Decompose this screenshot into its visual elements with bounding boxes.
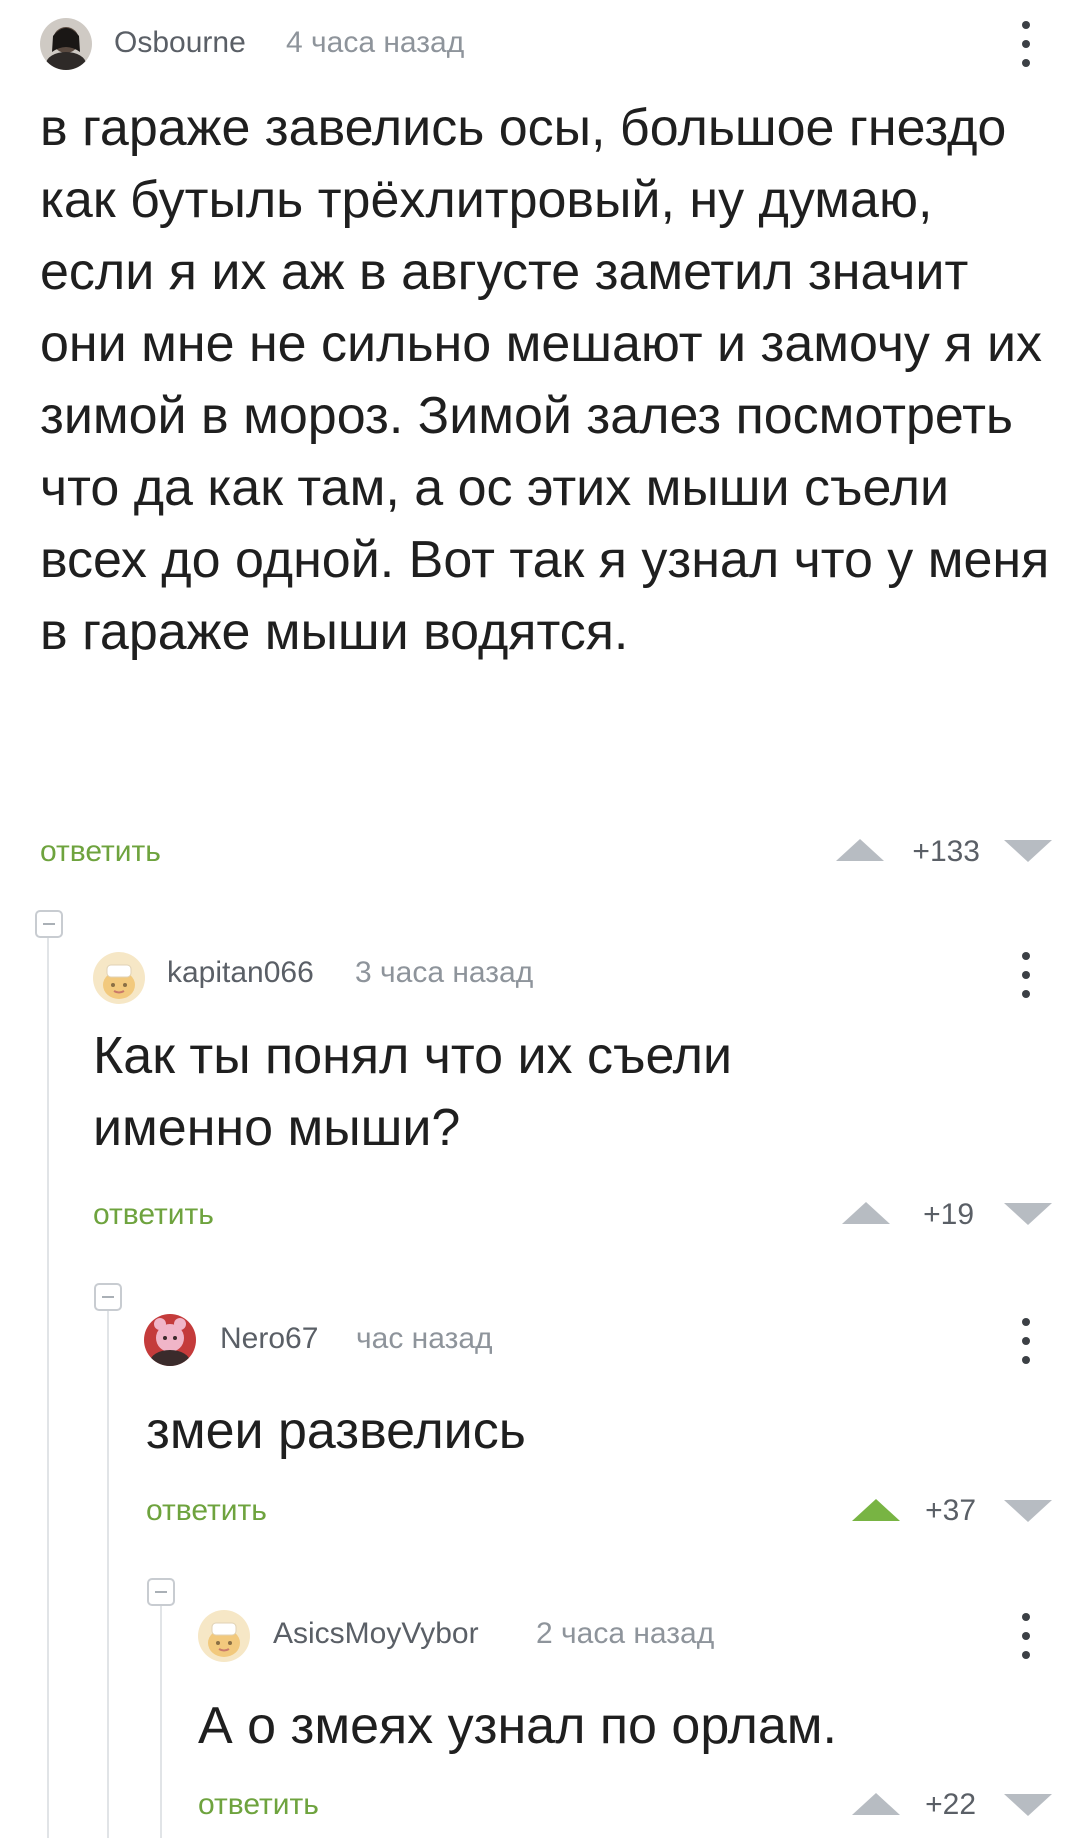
comment-author[interactable]: kapitan066 — [167, 956, 314, 990]
reply-button[interactable]: ответить — [146, 1494, 267, 1528]
comment-score: +133 — [912, 835, 980, 868]
thread-line — [107, 1308, 109, 1838]
thread-line — [160, 1600, 162, 1838]
comment-time: 3 часа назад — [355, 956, 534, 989]
triangle-up-icon[interactable] — [836, 839, 884, 861]
comment-score: +22 — [925, 1788, 976, 1821]
comment-text: змеи развелись — [146, 1402, 526, 1460]
comment-text: А о змеях узнал по орлам. — [198, 1697, 837, 1755]
comment-author[interactable]: AsicsMoyVybor — [273, 1617, 479, 1651]
comment-author[interactable]: Osbourne — [114, 26, 246, 60]
comment-text: в гараже завелись осы, большое гнездо ка… — [40, 99, 1050, 661]
comment-time: 4 часа назад — [286, 26, 465, 59]
comment-score: +37 — [925, 1494, 976, 1527]
avatar[interactable] — [93, 952, 145, 1004]
more-vertical-icon[interactable] — [1016, 952, 1036, 998]
triangle-down-icon[interactable] — [1004, 1794, 1052, 1816]
reply-button[interactable]: ответить — [198, 1788, 319, 1822]
avatar[interactable] — [198, 1610, 250, 1662]
triangle-down-icon[interactable] — [1004, 840, 1052, 862]
more-vertical-icon[interactable] — [1016, 1613, 1036, 1659]
comment-time: час назад — [356, 1322, 493, 1355]
minus-square-icon[interactable] — [147, 1578, 175, 1606]
avatar[interactable] — [40, 18, 92, 70]
triangle-down-icon[interactable] — [1004, 1203, 1052, 1225]
avatar[interactable] — [144, 1314, 196, 1366]
comment-time: 2 часа назад — [536, 1617, 715, 1650]
reply-button[interactable]: ответить — [40, 835, 161, 869]
comment-score: +19 — [923, 1198, 974, 1231]
more-vertical-icon[interactable] — [1016, 1318, 1036, 1364]
comment-author[interactable]: Nero67 — [220, 1322, 318, 1356]
comment-text: Как ты понял что их съели именно мыши? — [93, 1027, 733, 1157]
more-vertical-icon[interactable] — [1016, 21, 1036, 67]
triangle-down-icon[interactable] — [1004, 1500, 1052, 1522]
reply-button[interactable]: ответить — [93, 1198, 214, 1232]
minus-square-icon[interactable] — [35, 910, 63, 938]
thread-line — [47, 936, 49, 1838]
minus-square-icon[interactable] — [94, 1283, 122, 1311]
